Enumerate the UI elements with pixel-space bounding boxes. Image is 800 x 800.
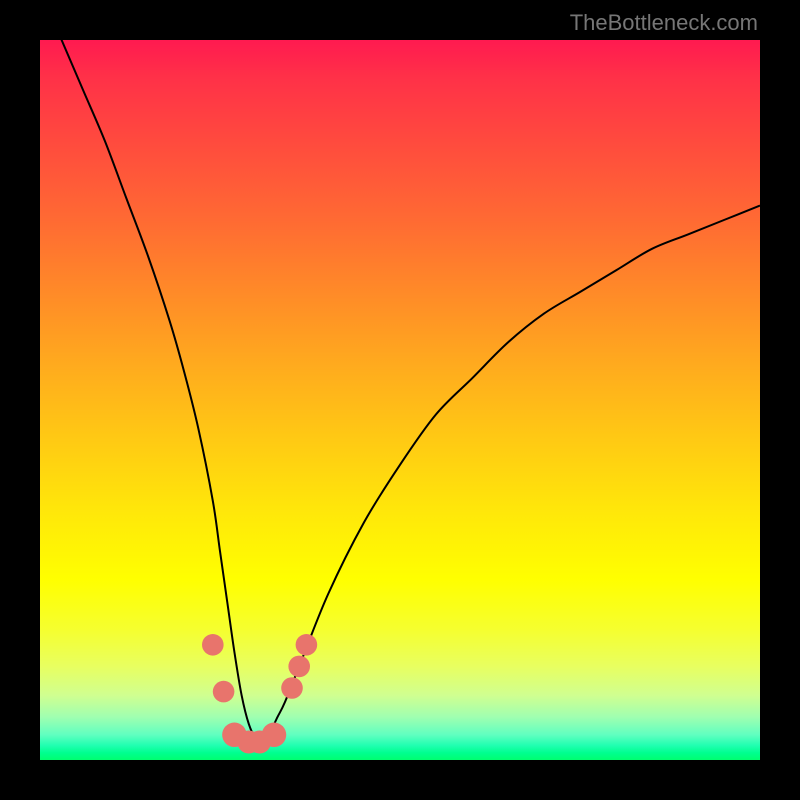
- data-markers: [202, 634, 317, 754]
- chart-svg: [40, 40, 760, 760]
- bottleneck-curve: [40, 40, 760, 740]
- data-marker: [296, 634, 318, 656]
- data-marker: [288, 656, 310, 678]
- data-marker: [281, 677, 303, 699]
- data-marker: [262, 723, 286, 747]
- watermark-text: TheBottleneck.com: [570, 10, 758, 36]
- data-marker: [202, 634, 224, 656]
- chart-plot-area: [40, 40, 760, 760]
- data-marker: [213, 681, 235, 703]
